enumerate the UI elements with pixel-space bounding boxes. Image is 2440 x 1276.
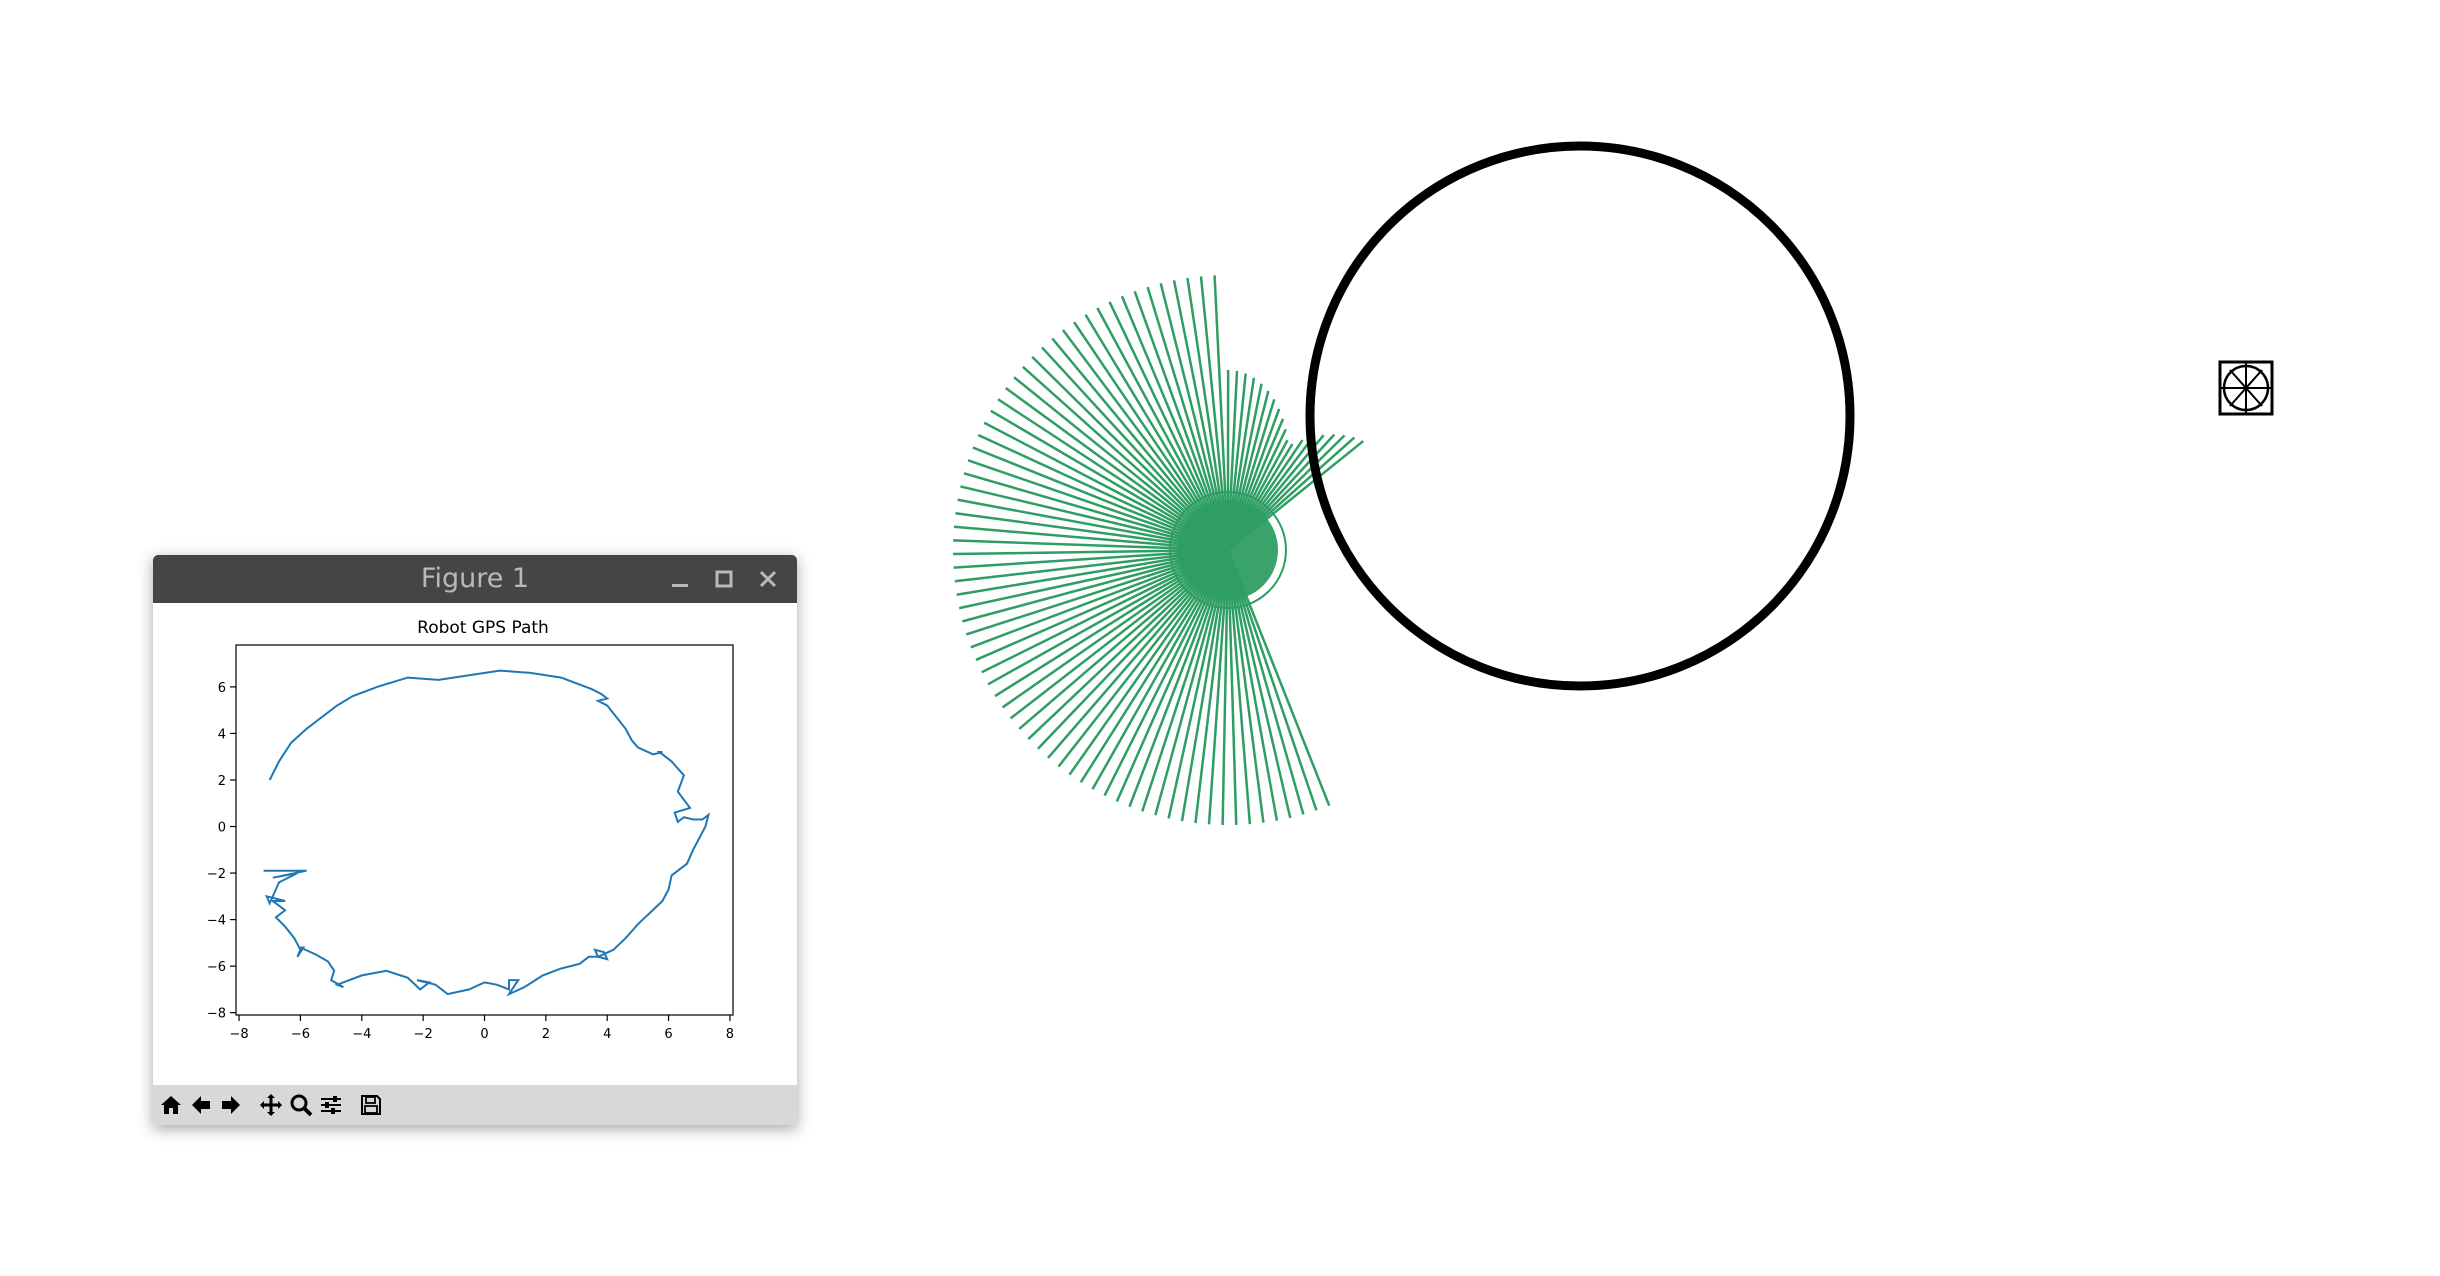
pan-icon <box>259 1093 283 1117</box>
close-button[interactable] <box>753 564 783 594</box>
configure-subplots-button[interactable] <box>317 1091 345 1119</box>
back-button[interactable] <box>187 1091 215 1119</box>
home-button[interactable] <box>157 1091 185 1119</box>
y-tick-label: −6 <box>207 960 226 975</box>
configure-subplots-icon <box>319 1093 343 1117</box>
x-tick-label: 0 <box>480 1027 488 1042</box>
x-tick-label: −4 <box>352 1027 371 1042</box>
window-title: Figure 1 <box>153 555 797 603</box>
sensor-rays <box>953 275 1363 825</box>
back-icon <box>189 1093 213 1117</box>
y-tick-label: 2 <box>218 774 226 789</box>
y-tick-label: −4 <box>207 914 226 929</box>
obstacle-circle <box>1310 146 1850 686</box>
save-button[interactable] <box>357 1091 385 1119</box>
x-tick-label: 8 <box>726 1027 734 1042</box>
cross-box-icon <box>2216 358 2276 418</box>
y-tick-label: −2 <box>207 867 226 882</box>
y-tick-label: −8 <box>207 1007 226 1022</box>
maximize-icon <box>713 568 735 590</box>
zoom-button[interactable] <box>287 1091 315 1119</box>
chart: Robot GPS Path −8 −6 −4 −2 0 2 4 6 8 −8 −6 −4 −2 0 2 4… <box>153 603 797 1085</box>
app-icon[interactable] <box>2216 358 2276 418</box>
pan-button[interactable] <box>257 1091 285 1119</box>
y-tick-label: 6 <box>218 681 226 696</box>
robot-body <box>1178 500 1278 600</box>
y-tick-label: 4 <box>218 727 226 742</box>
figure-toolbar <box>153 1085 797 1125</box>
forward-icon <box>219 1093 243 1117</box>
x-tick-label: −6 <box>291 1027 310 1042</box>
minimize-button[interactable] <box>665 564 695 594</box>
minimize-icon <box>669 568 691 590</box>
zoom-icon <box>289 1093 313 1117</box>
x-tick-label: 2 <box>542 1027 550 1042</box>
window-titlebar[interactable]: Figure 1 <box>153 555 797 603</box>
x-axis: −8 −6 −4 −2 0 2 4 6 8 <box>229 1015 734 1042</box>
x-tick-label: −8 <box>229 1027 248 1042</box>
plot-canvas[interactable]: Robot GPS Path −8 −6 −4 −2 0 2 4 6 8 −8 −6 −4 −2 0 2 4… <box>153 603 797 1085</box>
plot-frame <box>236 645 733 1015</box>
gps-path-line <box>264 671 709 995</box>
x-tick-label: −2 <box>414 1027 433 1042</box>
y-tick-label: 0 <box>218 821 226 836</box>
x-tick-label: 4 <box>603 1027 611 1042</box>
y-axis: −8 −6 −4 −2 0 2 4 6 <box>207 681 236 1022</box>
home-icon <box>159 1093 183 1117</box>
figure-window[interactable]: Figure 1 Robot GPS Path −8 −6 −4 −2 0 2 4 6 8 −8… <box>153 555 797 1125</box>
close-icon <box>757 568 779 590</box>
maximize-button[interactable] <box>709 564 739 594</box>
x-tick-label: 6 <box>664 1027 672 1042</box>
save-icon <box>359 1093 383 1117</box>
forward-button[interactable] <box>217 1091 245 1119</box>
chart-title: Robot GPS Path <box>417 618 549 638</box>
